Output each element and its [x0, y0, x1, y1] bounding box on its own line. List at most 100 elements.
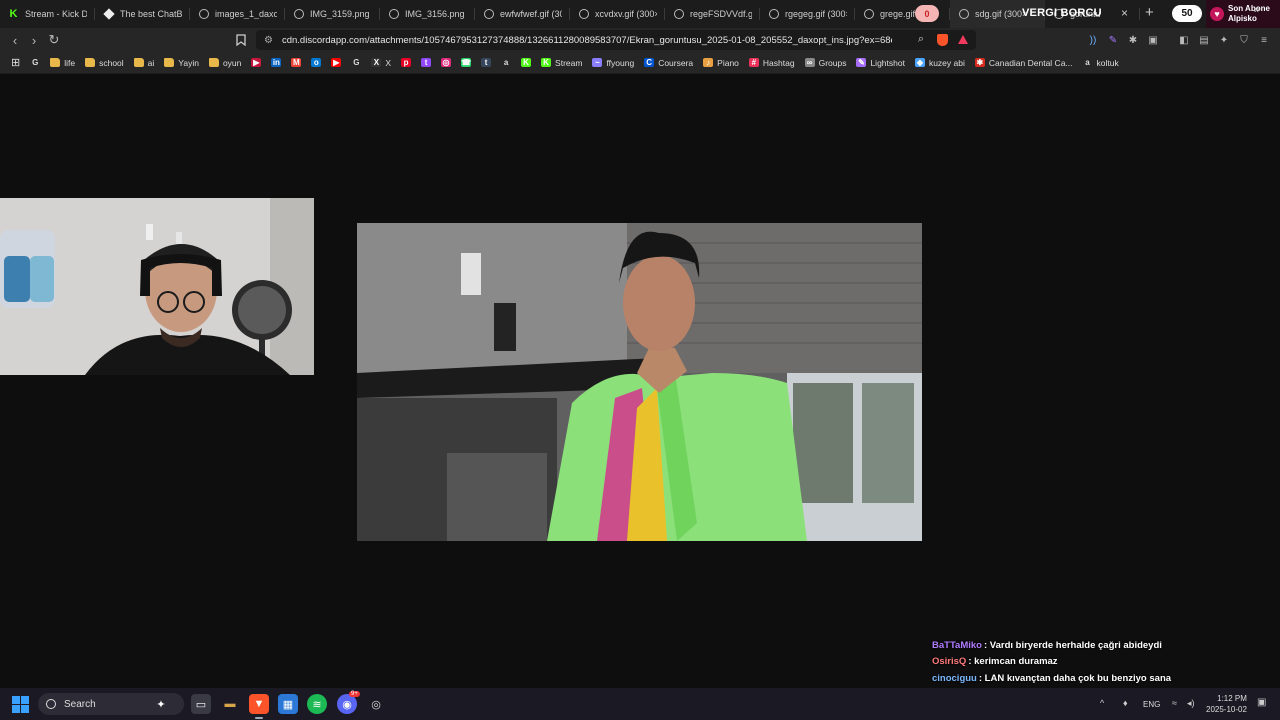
forward-arrow-icon[interactable]: ›	[25, 31, 43, 49]
bookmark-yayin[interactable]: Yayin	[159, 54, 204, 72]
bookmark-gmail[interactable]: M	[286, 54, 306, 72]
bookmark-ffyoung[interactable]: ~ ffyoung	[587, 54, 639, 72]
bookmark-tumblr[interactable]: t	[476, 54, 496, 72]
extensions-icon[interactable]: ✱	[1127, 34, 1139, 46]
brave-shields-icon[interactable]	[937, 34, 948, 46]
bookmark-whatsapp[interactable]: ☎	[456, 54, 476, 72]
extension-pen-icon[interactable]: ✎	[1107, 34, 1119, 46]
address-bar[interactable]: ⚙ cdn.discordapp.com/attachments/1057467…	[256, 30, 976, 50]
chat-username: OsirisQ	[932, 656, 967, 668]
file-explorer-icon[interactable]: ▬	[220, 694, 240, 714]
bookmark-kick[interactable]: K	[516, 54, 536, 72]
bookmark-koltuk[interactable]: a koltuk	[1078, 54, 1124, 72]
site-info-icon[interactable]: ⚙	[264, 35, 273, 46]
url-text[interactable]: cdn.discordapp.com/attachments/105746795…	[282, 35, 892, 46]
notifications-icon[interactable]: ▣	[1257, 697, 1266, 708]
bookmark-kuzey-abi[interactable]: ◆ kuzey abi	[910, 54, 970, 72]
sidebar-toggle-icon[interactable]: ◧	[1178, 34, 1190, 46]
bookmark-label: life	[64, 57, 76, 68]
discord-icon[interactable]: ◉	[337, 694, 357, 714]
bookmark-google[interactable]: G	[25, 54, 45, 72]
bookmark-twitch[interactable]: t	[416, 54, 436, 72]
bookmark-x[interactable]: XX	[366, 54, 396, 72]
bookmark-hashtag[interactable]: # Hashtag	[744, 54, 800, 72]
pinterest-icon: p	[401, 58, 412, 67]
copilot-icon[interactable]: ✦	[151, 694, 171, 714]
youtube-red-icon: ▶	[251, 58, 262, 67]
tab-label: images_1_daxopt	[215, 9, 277, 19]
bookmark-school[interactable]: school	[80, 54, 129, 72]
tab[interactable]: xcvdxv.gif (300×1	[570, 0, 665, 28]
bookmark-label: Canadian Dental Ca...	[988, 57, 1073, 68]
bookmark-oyun[interactable]: oyun	[204, 54, 246, 72]
windows-start-icon[interactable]	[12, 696, 29, 713]
back-arrow-icon[interactable]: ‹	[6, 31, 24, 49]
bookmark-youtube[interactable]: ▶	[326, 54, 346, 72]
vpn-shield-icon[interactable]: ⛉	[1238, 34, 1250, 46]
tab-label: IMG_3159.png (2	[310, 9, 372, 19]
menu-icon[interactable]: ≡	[1258, 34, 1270, 46]
bookmark-stream[interactable]: K Stream	[536, 54, 587, 72]
tab[interactable]: The best ChatBot	[95, 0, 190, 28]
bookmark-outlook[interactable]: o	[306, 54, 326, 72]
system-clock[interactable]: 1:12 PM 2025-10-02	[1206, 693, 1247, 715]
folder-icon	[208, 58, 219, 67]
folder-icon	[50, 58, 61, 67]
globe-icon	[673, 9, 684, 20]
bookmark-instagram[interactable]: ◎	[436, 54, 456, 72]
bookmark-canadian-dental-ca-[interactable]: ✱ Canadian Dental Ca...	[970, 54, 1078, 72]
tab[interactable]: ewfwfwef.gif (300	[475, 0, 570, 28]
task-view-icon[interactable]: ▭	[191, 694, 211, 714]
media-icon[interactable]: ▣	[1147, 34, 1159, 46]
globe-icon	[578, 9, 589, 20]
bookmark-icon[interactable]	[232, 31, 250, 49]
amazon-icon: a	[1085, 58, 1090, 67]
tab[interactable]: rgegeg.gif (300×	[760, 0, 855, 28]
displayed-image	[357, 223, 922, 541]
wifi-icon[interactable]: ≈	[1172, 698, 1177, 708]
more-bookmarks-icon[interactable]: »	[1254, 4, 1260, 16]
tab[interactable]: IMG_3159.png (2	[285, 0, 380, 28]
obs-icon[interactable]: ◎	[366, 694, 386, 714]
bookmark-amazon[interactable]: a	[496, 54, 516, 72]
apps-grid-icon[interactable]: ⊞	[6, 54, 25, 72]
twitch-icon: t	[421, 58, 432, 67]
bookmark-linkedin[interactable]: in	[266, 54, 286, 72]
tab[interactable]: K Stream - Kick Das	[0, 0, 95, 28]
language-indicator[interactable]: ENG	[1143, 700, 1160, 709]
bookmark-label: ffyoung	[606, 57, 635, 68]
brave-rewards-icon[interactable]	[958, 35, 968, 44]
wallet-icon[interactable]: ▤	[1198, 34, 1210, 46]
tab[interactable]: regeFSDVVdf.gif	[665, 0, 760, 28]
bookmark-google[interactable]: G	[346, 54, 366, 72]
bookmark-ai[interactable]: ai	[129, 54, 160, 72]
bookmark-pinterest[interactable]: p	[396, 54, 416, 72]
bookmark-coursera[interactable]: C Coursera	[639, 54, 698, 72]
spotify-icon[interactable]: ≋	[307, 694, 327, 714]
reload-icon[interactable]: ↻	[45, 31, 63, 49]
bookmark-lightshot[interactable]: ✎ Lightshot	[851, 54, 910, 72]
new-tab-button[interactable]: +	[1145, 4, 1154, 21]
brave-browser-icon[interactable]: ▼	[249, 694, 269, 719]
store-icon[interactable]: ▦	[278, 694, 298, 714]
kick-icon: K	[9, 8, 18, 20]
volume-icon[interactable]: ◂)	[1187, 698, 1195, 709]
bookmark-piano[interactable]: ♪ Piano	[698, 54, 744, 72]
bookmark-label: kuzey abi	[928, 57, 965, 68]
zoom-icon[interactable]: ⌕	[918, 33, 924, 46]
bookmark-label: Groups	[818, 57, 847, 68]
bookmark-label: Lightshot	[870, 57, 905, 68]
chat-username: BaTTaMiko	[932, 639, 982, 651]
bookmark-youtube-red[interactable]: ▶	[246, 54, 266, 72]
tray-chevron-icon[interactable]: ^	[1100, 698, 1104, 708]
bookmark-life[interactable]: life	[45, 54, 80, 72]
globe-icon	[293, 9, 304, 20]
tab[interactable]: images_1_daxopt	[190, 0, 285, 28]
microphone-icon[interactable]: ♦	[1123, 698, 1128, 708]
tab-close-icon[interactable]: ×	[1121, 6, 1128, 20]
tab-label: IMG_3156.png (2	[405, 9, 467, 19]
leo-ai-icon[interactable]: ✦	[1218, 34, 1230, 46]
tab[interactable]: IMG_3156.png (2	[380, 0, 475, 28]
extension-audio-icon[interactable]: ))	[1087, 34, 1099, 46]
bookmark-groups[interactable]: ∞ Groups	[800, 54, 852, 72]
